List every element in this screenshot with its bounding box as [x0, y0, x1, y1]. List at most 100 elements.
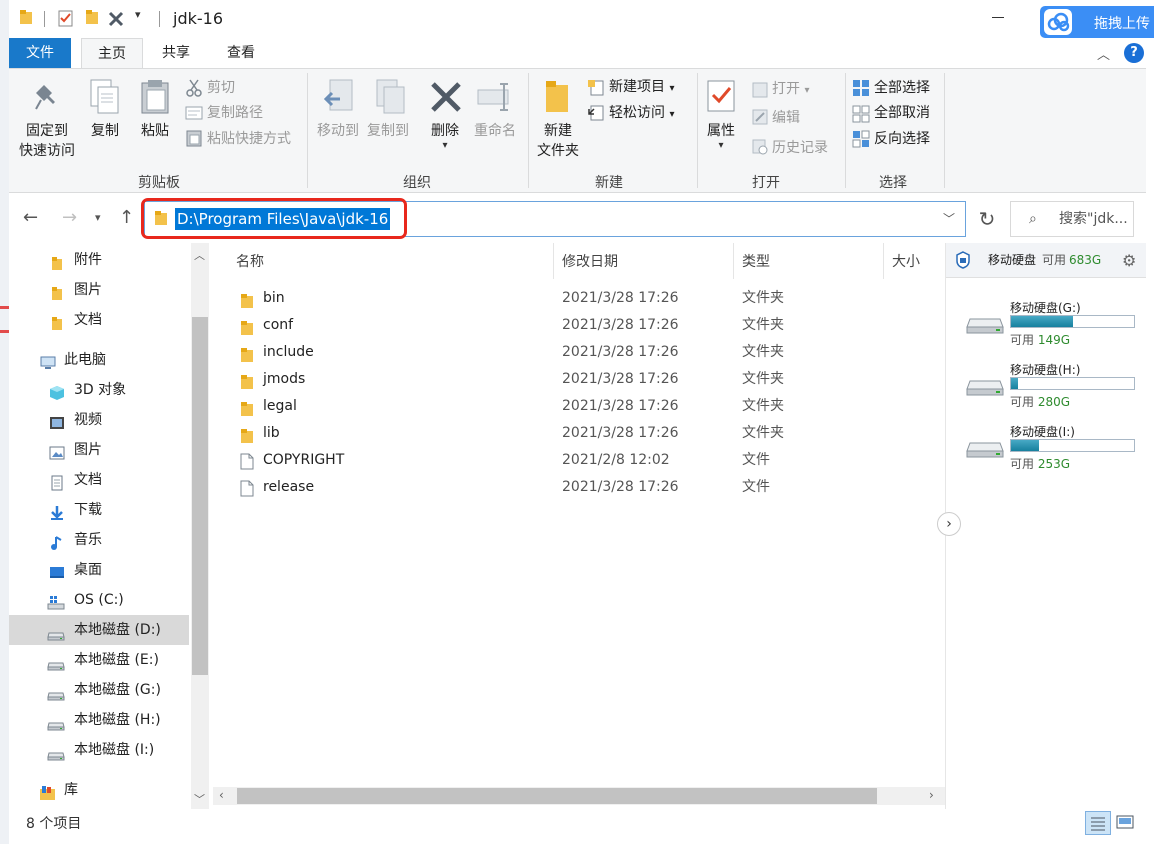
- nav-item[interactable]: 文档: [9, 305, 189, 335]
- column-header-size[interactable]: 大小: [892, 251, 920, 271]
- collapse-ribbon-icon[interactable]: ︿: [1097, 44, 1110, 63]
- edit-button[interactable]: 编辑: [772, 107, 800, 129]
- properties-button[interactable]: 属性 ▾: [699, 121, 743, 151]
- settings-gear-icon[interactable]: ⚙: [1122, 243, 1136, 278]
- tab-share[interactable]: 共享: [149, 38, 203, 68]
- nav-item[interactable]: 本地磁盘 (E:): [9, 645, 189, 675]
- file-type: 文件夹: [742, 344, 784, 360]
- drag-upload-button[interactable]: 拖拽上传: [1040, 6, 1154, 38]
- invert-selection-button[interactable]: 反向选择: [874, 128, 930, 150]
- file-row[interactable]: legal 2021/3/28 17:26 文件夹: [213, 393, 945, 420]
- column-header-modified[interactable]: 修改日期: [562, 251, 618, 271]
- properties-quick-icon[interactable]: [58, 9, 74, 27]
- horizontal-scrollbar-thumb[interactable]: [237, 788, 877, 804]
- file-list-horizontal-scrollbar[interactable]: ‹ ›: [213, 787, 945, 805]
- minimize-button[interactable]: [992, 17, 1004, 18]
- tab-view[interactable]: 查看: [214, 38, 268, 68]
- file-row[interactable]: release 2021/3/28 17:26 文件: [213, 474, 945, 501]
- new-item-button[interactable]: 新建项目 ▾: [609, 76, 674, 98]
- paste-shortcut-button[interactable]: 粘贴快捷方式: [207, 128, 291, 150]
- expand-panel-chevron-icon[interactable]: ›: [937, 512, 961, 536]
- rename-button[interactable]: 重命名: [469, 121, 521, 141]
- drive-free-label: 可用: [1010, 333, 1035, 347]
- up-arrow-icon[interactable]: ↑: [119, 207, 134, 228]
- removable-drive[interactable]: 移动硬盘(I:) 可用 253G: [946, 423, 1146, 483]
- new-folder-button[interactable]: 新建 文件夹: [533, 121, 583, 161]
- recent-locations-dropdown-icon[interactable]: ▾: [95, 211, 101, 224]
- file-row[interactable]: bin 2021/3/28 17:26 文件夹: [213, 285, 945, 312]
- group-label-clipboard: 剪贴板: [138, 175, 180, 191]
- column-header-type[interactable]: 类型: [742, 251, 770, 271]
- nav-item[interactable]: 图片: [9, 435, 189, 465]
- nav-item[interactable]: 图片: [9, 275, 189, 305]
- select-all-button[interactable]: 全部选择: [874, 77, 930, 99]
- drive-icon: [47, 742, 65, 761]
- nav-item[interactable]: 3D 对象: [9, 375, 189, 405]
- refresh-icon[interactable]: ↻: [967, 201, 1007, 237]
- file-row[interactable]: conf 2021/3/28 17:26 文件夹: [213, 312, 945, 339]
- properties-dropdown-arrow[interactable]: ▾: [699, 141, 743, 151]
- select-none-button[interactable]: 全部取消: [874, 102, 930, 124]
- edit-icon: [752, 109, 768, 125]
- nav-item[interactable]: 此电脑: [9, 345, 189, 375]
- video-icon: [49, 412, 65, 429]
- nav-item[interactable]: 附件: [9, 245, 189, 275]
- tab-file[interactable]: 文件: [9, 38, 71, 68]
- paste-button[interactable]: 粘贴: [135, 121, 175, 141]
- column-header-name[interactable]: 名称: [236, 251, 264, 271]
- removable-drive[interactable]: 移动硬盘(H:) 可用 280G: [946, 361, 1146, 421]
- nav-item[interactable]: 本地磁盘 (I:): [9, 735, 189, 765]
- file-row[interactable]: COPYRIGHT 2021/2/8 12:02 文件: [213, 447, 945, 474]
- nav-item[interactable]: 本地磁盘 (G:): [9, 675, 189, 705]
- large-icons-view-button[interactable]: [1113, 811, 1139, 835]
- tab-home[interactable]: 主页: [81, 38, 143, 68]
- scroll-left-arrow-icon[interactable]: ‹: [219, 788, 224, 802]
- delete-button[interactable]: 删除 ▾: [425, 121, 465, 151]
- scroll-down-arrow-icon[interactable]: ﹀: [194, 791, 205, 807]
- nav-item[interactable]: 视频: [9, 405, 189, 435]
- customize-quick-access-dropdown[interactable]: ▾: [135, 8, 141, 21]
- open-button[interactable]: 打开 ▾: [772, 78, 809, 100]
- file-modified-date: 2021/3/28 17:26: [562, 344, 679, 360]
- column-divider[interactable]: [553, 243, 554, 279]
- removable-drive[interactable]: 移动硬盘(G:) 可用 149G: [946, 299, 1146, 359]
- delete-dropdown-arrow[interactable]: ▾: [425, 141, 465, 151]
- back-arrow-icon[interactable]: ←: [23, 207, 38, 228]
- cut-button[interactable]: 剪切: [207, 77, 235, 99]
- file-row[interactable]: include 2021/3/28 17:26 文件夹: [213, 339, 945, 366]
- drive-free-label: 可用: [1010, 395, 1035, 409]
- address-history-dropdown-icon[interactable]: ﹀: [943, 210, 955, 227]
- nav-pane-scrollbar-thumb[interactable]: [192, 317, 208, 675]
- details-view-button[interactable]: [1085, 811, 1111, 835]
- easy-access-button[interactable]: 轻松访问 ▾: [609, 102, 674, 124]
- history-button[interactable]: 历史记录: [772, 137, 828, 159]
- search-box[interactable]: ⌕ 搜索"jdk...: [1010, 201, 1134, 237]
- help-icon[interactable]: ?: [1124, 43, 1144, 63]
- pin-quick-access-button[interactable]: 固定到 快速访问: [17, 121, 77, 161]
- scroll-up-arrow-icon[interactable]: ︿: [194, 247, 205, 263]
- nav-item[interactable]: 本地磁盘 (H:): [9, 705, 189, 735]
- new-folder-quick-icon[interactable]: [85, 9, 99, 25]
- copy-to-button[interactable]: 复制到: [364, 121, 412, 141]
- forward-arrow-icon[interactable]: →: [62, 207, 77, 228]
- nav-item[interactable]: 库: [9, 775, 189, 805]
- column-divider[interactable]: [883, 243, 884, 279]
- copy-button[interactable]: 复制: [85, 121, 125, 141]
- nav-item[interactable]: 音乐: [9, 525, 189, 555]
- nav-item[interactable]: 桌面: [9, 555, 189, 585]
- delete-quick-icon[interactable]: [108, 11, 124, 27]
- nav-item[interactable]: OS (C:): [9, 585, 189, 615]
- scroll-right-arrow-icon[interactable]: ›: [929, 788, 934, 802]
- nav-item[interactable]: 文档: [9, 465, 189, 495]
- file-row[interactable]: lib 2021/3/28 17:26 文件夹: [213, 420, 945, 447]
- nav-item[interactable]: 本地磁盘 (D:): [9, 615, 189, 645]
- file-row[interactable]: jmods 2021/3/28 17:26 文件夹: [213, 366, 945, 393]
- nav-item[interactable]: 下载: [9, 495, 189, 525]
- column-divider[interactable]: [733, 243, 734, 279]
- file-name: conf: [263, 317, 294, 333]
- move-to-button[interactable]: 移动到: [314, 121, 362, 141]
- nav-pane-scrollbar[interactable]: ︿ ﹀: [191, 243, 209, 809]
- copy-path-button[interactable]: 复制路径: [207, 102, 263, 124]
- drive-free-space: 可用 253G: [1010, 455, 1070, 472]
- file-modified-date: 2021/3/28 17:26: [562, 479, 679, 495]
